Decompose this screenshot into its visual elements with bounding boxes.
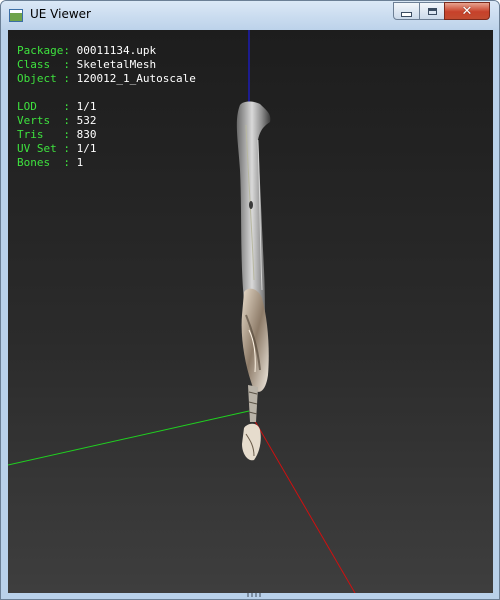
info-row-lod: LOD : 1/1 xyxy=(17,100,196,114)
info-row-verts: Verts : 532 xyxy=(17,114,196,128)
info-label: Package: xyxy=(17,44,70,57)
info-value: 1/1 xyxy=(76,100,97,113)
info-row-bones: Bones : 1 xyxy=(17,156,196,170)
info-row-package: Package: 00011134.upk xyxy=(17,44,196,58)
close-button[interactable]: ✕ xyxy=(444,2,490,20)
info-label: Class : xyxy=(17,58,70,71)
info-value: 1 xyxy=(76,156,84,169)
info-value: 532 xyxy=(76,114,97,127)
info-value: 830 xyxy=(76,128,97,141)
close-icon: ✕ xyxy=(461,3,473,19)
info-label: Verts : xyxy=(17,114,70,127)
info-label: Bones : xyxy=(17,156,70,169)
3d-viewport[interactable]: Package: 00011134.upk Class : SkeletalMe… xyxy=(8,30,493,593)
info-value: 1/1 xyxy=(76,142,97,155)
minimize-button[interactable] xyxy=(393,2,420,20)
skeletal-mesh-model xyxy=(236,101,271,461)
info-value: SkeletalMesh xyxy=(76,58,157,71)
info-value: 00011134.upk xyxy=(76,44,157,57)
info-value: 120012_1_Autoscale xyxy=(76,72,196,85)
info-row-tris: Tris : 830 xyxy=(17,128,196,142)
info-label: Object : xyxy=(17,72,70,85)
info-row-uvset: UV Set : 1/1 xyxy=(17,142,196,156)
info-row-object: Object : 120012_1_Autoscale xyxy=(17,72,196,86)
resize-grip[interactable] xyxy=(247,593,261,597)
y-axis-line xyxy=(8,410,250,466)
x-axis-line xyxy=(251,415,356,593)
info-label: Tris : xyxy=(17,128,70,141)
minimize-icon xyxy=(401,11,412,17)
info-label: UV Set : xyxy=(17,142,70,155)
title-bar[interactable]: UE Viewer ✕ xyxy=(1,1,499,30)
maximize-button[interactable] xyxy=(419,2,445,20)
app-window-icon[interactable] xyxy=(9,9,23,22)
ue-viewer-window: UE Viewer ✕ Package: 00011134.upk Class … xyxy=(0,0,500,600)
window-title: UE Viewer xyxy=(30,7,91,21)
maximize-icon xyxy=(427,7,437,15)
info-row-class: Class : SkeletalMesh xyxy=(17,58,196,72)
mesh-info-overlay: Package: 00011134.upk Class : SkeletalMe… xyxy=(17,44,196,170)
info-label: LOD : xyxy=(17,100,70,113)
